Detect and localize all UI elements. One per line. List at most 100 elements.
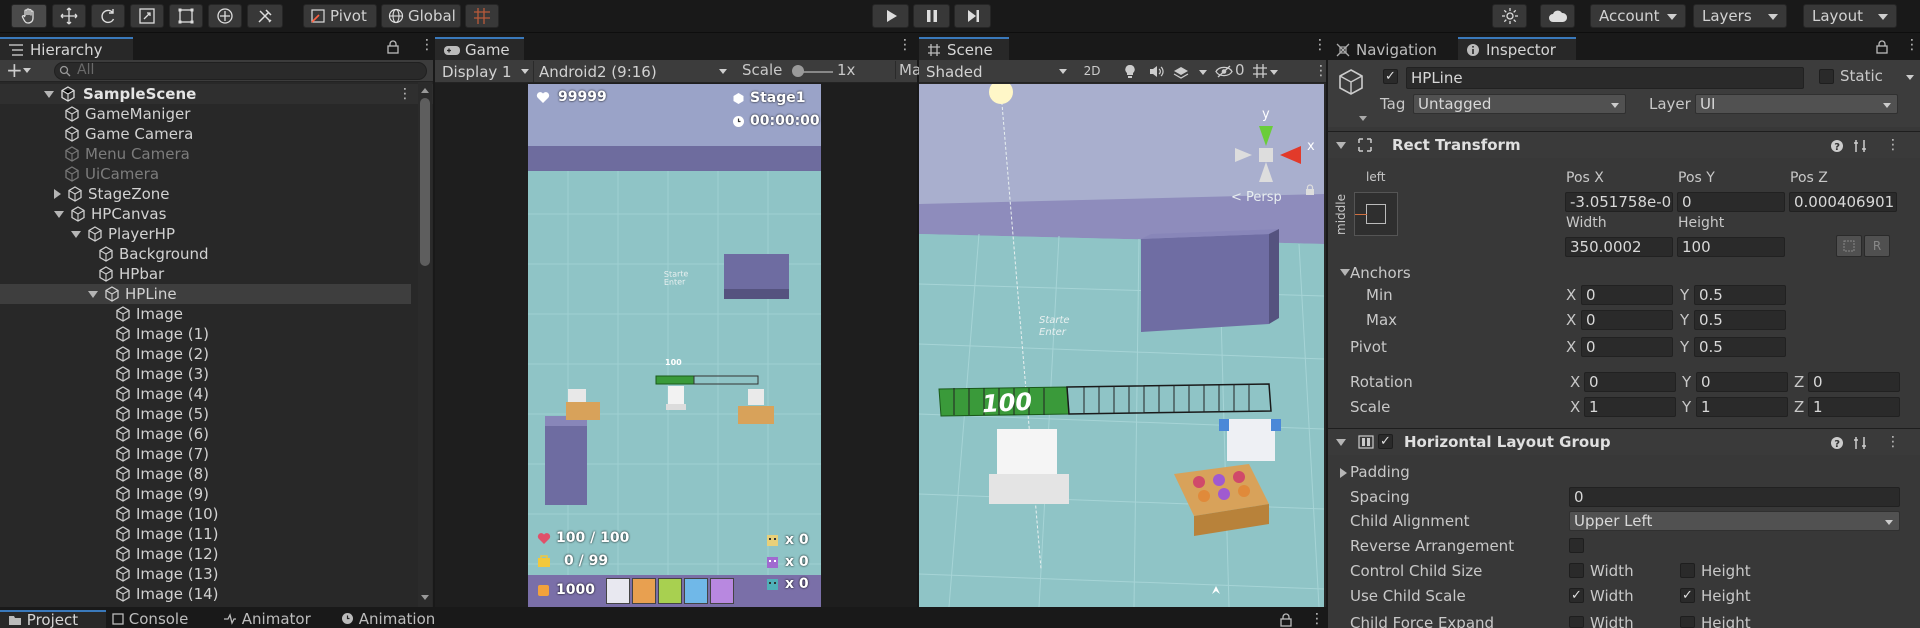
weapon-slot-icon[interactable] (606, 578, 630, 604)
rect-tool-button[interactable] (169, 4, 203, 28)
pivot-button[interactable]: Pivot (303, 4, 377, 28)
weapon-slot-icon[interactable] (710, 578, 734, 604)
add-object-button[interactable]: + (6, 60, 23, 80)
anchor-max-x-field[interactable]: 0 (1581, 310, 1673, 330)
hierarchy-item[interactable]: Image (8) (0, 464, 411, 484)
hierarchy-item[interactable]: Background (0, 244, 411, 264)
hierarchy-item[interactable]: Image (1) (0, 324, 411, 344)
weapon-slot-icon[interactable] (632, 578, 656, 604)
perspective-toggle[interactable]: < Persp (1231, 190, 1282, 205)
tab-animation[interactable]: Animation (341, 610, 451, 628)
scroll-down-icon[interactable] (421, 595, 429, 600)
grid-snap-button[interactable] (465, 4, 499, 28)
spacing-field[interactable]: 0 (1569, 487, 1900, 507)
lightbulb-icon[interactable] (1124, 64, 1136, 79)
hierarchy-item[interactable]: Game Camera (0, 124, 411, 144)
kebab-menu-icon[interactable]: ⋮ (1314, 64, 1328, 78)
kebab-menu-icon[interactable]: ⋮ (1886, 138, 1900, 152)
play-button[interactable] (872, 4, 909, 28)
scale-tool-button[interactable] (130, 4, 164, 28)
fold-open-icon[interactable] (71, 230, 81, 238)
fold-open-icon[interactable] (54, 210, 64, 218)
weapon-slot-icon[interactable] (684, 578, 708, 604)
ucs-width-checkbox[interactable]: ✓ (1569, 588, 1584, 603)
blueprint-mode-button[interactable] (1836, 235, 1862, 257)
height-field[interactable]: 100 (1677, 237, 1785, 257)
kebab-menu-icon[interactable]: ⋮ (1886, 435, 1900, 449)
hierarchy-item[interactable]: Image (2) (0, 344, 411, 364)
scene-render-view[interactable]: Starte Enter y x < Persp 100 (919, 84, 1324, 607)
hierarchy-item[interactable]: Image (13) (0, 564, 411, 584)
account-dropdown[interactable]: Account (1590, 4, 1686, 28)
anchor-preset-button[interactable] (1354, 192, 1398, 236)
hierarchy-search-input[interactable]: All (54, 62, 427, 80)
rotation-y-field[interactable]: 0 (1696, 372, 1788, 392)
hierarchy-item[interactable]: Image (12) (0, 544, 411, 564)
static-checkbox[interactable] (1819, 69, 1834, 84)
hierarchy-item[interactable]: Image (3) (0, 364, 411, 384)
anchor-min-y-field[interactable]: 0.5 (1694, 285, 1786, 305)
raw-edit-button[interactable]: R (1864, 235, 1890, 257)
presets-icon[interactable] (1853, 436, 1867, 450)
presets-icon[interactable] (1853, 139, 1867, 153)
effects-icon[interactable] (1173, 64, 1189, 79)
hierarchy-item[interactable]: Image (7) (0, 444, 411, 464)
hierarchy-item[interactable]: Image (14) (0, 584, 411, 604)
tab-scene[interactable]: Scene (919, 37, 1009, 60)
scale-slider-thumb[interactable] (792, 65, 804, 77)
hand-tool-button[interactable] (11, 4, 47, 28)
hierarchy-item[interactable]: PlayerHP (0, 224, 411, 244)
rect-transform-header[interactable]: Rect Transform ? ⋮ (1328, 131, 1920, 158)
width-field[interactable]: 350.0002 (1565, 237, 1673, 257)
fold-open-icon[interactable] (88, 290, 98, 298)
hierarchy-item[interactable]: Image (4) (0, 384, 411, 404)
pivot-y-field[interactable]: 0.5 (1694, 337, 1786, 357)
cloud-button[interactable] (1540, 4, 1575, 28)
cfe-height-checkbox[interactable] (1680, 616, 1695, 628)
hlg-header[interactable]: ✓ Horizontal Layout Group ? ⋮ (1328, 428, 1920, 455)
visibility-off-icon[interactable] (1215, 65, 1233, 78)
step-button[interactable] (954, 4, 991, 28)
scene-row[interactable]: SampleScene ⋮ (0, 84, 433, 104)
tab-project[interactable]: Project (0, 610, 106, 628)
ucs-height-checkbox[interactable]: ✓ (1680, 588, 1695, 603)
posz-field[interactable]: 0.000406901 (1789, 192, 1897, 212)
kebab-menu-icon[interactable]: ⋮ (398, 87, 412, 101)
tab-navigation[interactable]: Navigation (1328, 37, 1456, 60)
lock-icon[interactable] (1876, 40, 1888, 54)
tab-animator[interactable]: Animator (223, 610, 323, 628)
move-tool-button[interactable] (52, 4, 86, 28)
custom-tool-button[interactable] (247, 4, 283, 28)
cfe-width-checkbox[interactable] (1569, 616, 1584, 628)
resolution-dropdown[interactable]: Android2 (9:16) (533, 61, 731, 82)
game-render-view[interactable]: Starte Enter 99999 Stage1 00:00:00 100 1… (528, 84, 821, 607)
layer-dropdown[interactable]: UI (1695, 94, 1898, 114)
chevron-down-icon[interactable] (1906, 75, 1914, 80)
hierarchy-item[interactable]: HPbar (0, 264, 411, 284)
fold-open-icon[interactable] (1340, 269, 1350, 276)
rotation-z-field[interactable]: 0 (1808, 372, 1900, 392)
weapon-slot-icon[interactable] (658, 578, 682, 604)
anchor-max-y-field[interactable]: 0.5 (1694, 310, 1786, 330)
hierarchy-item[interactable]: Image (5) (0, 404, 411, 424)
kebab-menu-icon[interactable]: ⋮ (1313, 38, 1327, 52)
tab-game[interactable]: Game (435, 37, 524, 60)
help-icon[interactable]: ? (1830, 139, 1844, 153)
rotation-x-field[interactable]: 0 (1584, 372, 1676, 392)
hierarchy-item[interactable]: Menu Camera (0, 144, 411, 164)
hierarchy-item[interactable]: Image (11) (0, 524, 411, 544)
tag-dropdown[interactable]: Untagged (1413, 94, 1626, 114)
active-checkbox[interactable]: ✓ (1383, 69, 1398, 84)
fold-closed-icon[interactable] (1340, 468, 1347, 478)
layers-dropdown[interactable]: Layers (1693, 4, 1787, 28)
hlg-enabled-checkbox[interactable]: ✓ (1378, 434, 1393, 449)
lock-icon[interactable] (387, 40, 399, 54)
gizmos-icon[interactable] (1252, 63, 1268, 79)
hierarchy-item[interactable]: Image (10) (0, 504, 411, 524)
reverse-arrangement-checkbox[interactable] (1569, 538, 1584, 553)
scrollbar-thumb[interactable] (420, 98, 430, 266)
lock-icon[interactable] (1305, 184, 1315, 196)
hierarchy-item[interactable]: HPLine (0, 284, 411, 304)
ccs-width-checkbox[interactable] (1569, 563, 1584, 578)
tab-inspector[interactable]: Inspector (1458, 37, 1576, 60)
